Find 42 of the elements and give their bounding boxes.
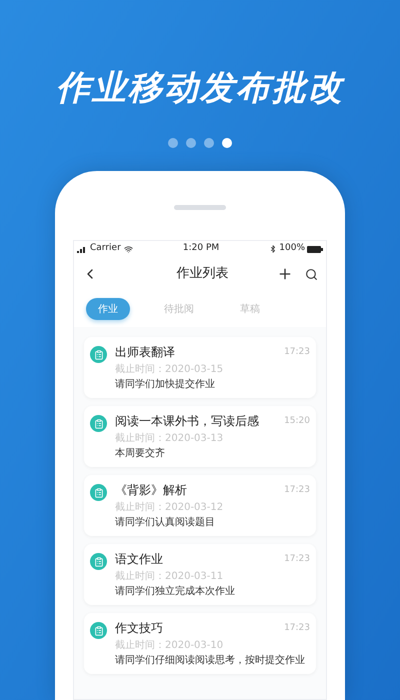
clipboard-icon — [90, 484, 107, 501]
assignment-card[interactable]: 出师表翻译 17:23 截止时间：2020-03-15 请同学们加快提交作业 — [84, 337, 316, 398]
assignment-title: 《背影》解析 — [115, 482, 187, 499]
assignment-card[interactable]: 《背影》解析 17:23 截止时间：2020-03-12 请同学们认真阅读题目 — [84, 475, 316, 536]
deadline-text: 截止时间：2020-03-12 — [115, 501, 224, 514]
wifi-icon — [124, 244, 133, 254]
carrier-label: Carrier — [90, 242, 121, 256]
deadline-text: 截止时间：2020-03-10 — [115, 639, 224, 652]
assignment-title: 语文作业 — [115, 551, 163, 568]
assignment-note: 请同学们加快提交作业 — [115, 378, 216, 392]
screen-title: 作业列表 — [176, 265, 228, 284]
assignment-time: 17:23 — [284, 622, 310, 635]
clipboard-icon — [90, 553, 107, 570]
assignment-time: 17:23 — [284, 484, 310, 497]
battery-icon — [307, 246, 323, 252]
search-icon[interactable] — [305, 268, 318, 280]
assignment-note: 本周要交齐 — [115, 447, 166, 461]
signal-icon — [77, 246, 87, 252]
assignment-title: 出师表翻译 — [115, 344, 175, 361]
add-icon[interactable] — [277, 266, 293, 282]
assignment-time: 15:20 — [284, 415, 310, 428]
battery-label: 100% — [279, 242, 305, 256]
assignment-card[interactable]: 作文技巧 17:23 截止时间：2020-03-10 请同学们仔细阅读阅读思考，按时提交作业 — [84, 613, 316, 674]
clipboard-icon — [90, 346, 107, 363]
deadline-text: 截止时间：2020-03-11 — [115, 570, 224, 583]
assignment-time: 17:23 — [284, 346, 310, 359]
clock-label: 1:20 PM — [182, 242, 220, 256]
assignment-title: 阅读一本课外书，写读后感 — [115, 413, 259, 430]
speaker-icon — [174, 205, 226, 210]
deadline-text: 截止时间：2020-03-13 — [115, 432, 224, 445]
deadline-text: 截止时间：2020-03-15 — [115, 363, 224, 376]
assignment-time: 17:23 — [284, 553, 310, 566]
bluetooth-icon — [269, 245, 278, 253]
assignment-title: 作文技巧 — [115, 620, 163, 637]
assignment-note: 请同学们仔细阅读阅读思考，按时提交作业 — [115, 654, 306, 668]
assignment-card[interactable]: 阅读一本课外书，写读后感 15:20 截止时间：2020-03-13 本周要交齐 — [84, 406, 316, 467]
assignment-note: 请同学们独立完成本次作业 — [115, 585, 236, 599]
clipboard-icon — [90, 415, 107, 432]
assignment-card[interactable]: 语文作业 17:23 截止时间：2020-03-11 请同学们独立完成本次作业 — [84, 544, 316, 605]
headline: 作业移动发布批改 — [56, 68, 344, 108]
assignment-note: 请同学们认真阅读题目 — [115, 516, 216, 530]
clipboard-icon — [90, 622, 107, 639]
